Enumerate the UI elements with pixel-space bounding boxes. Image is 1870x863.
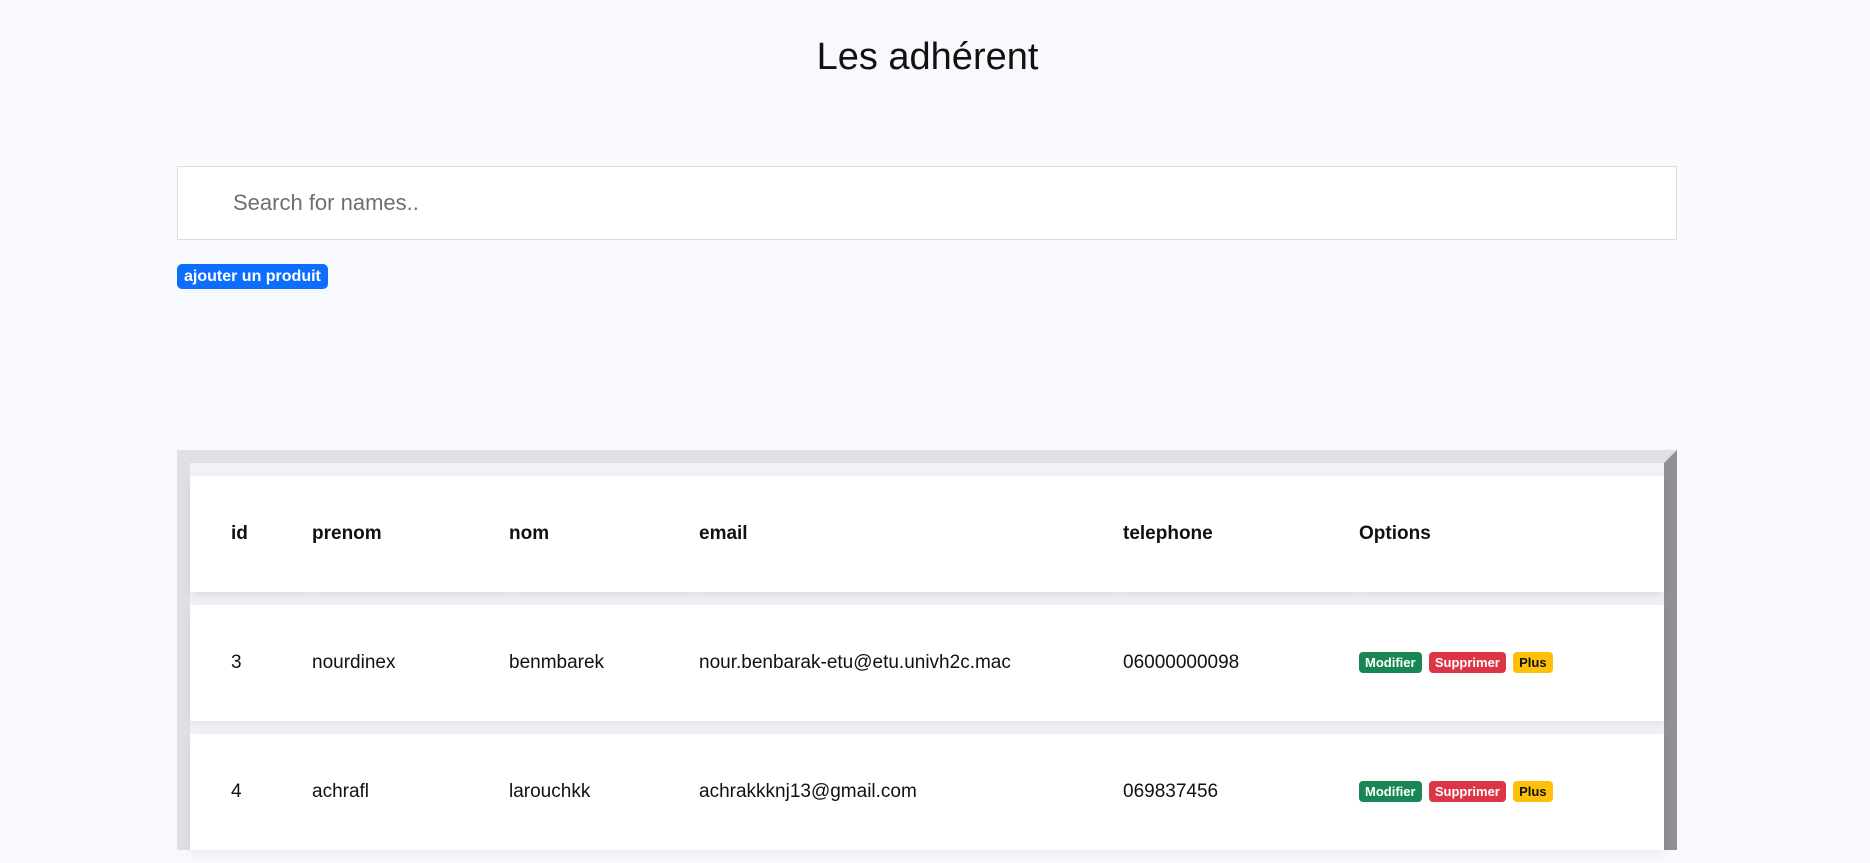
search-input[interactable] [177,166,1677,240]
supprimer-button[interactable]: Supprimer [1428,652,1506,674]
supprimer-button[interactable]: Supprimer [1428,781,1506,803]
cell-nom: benmbarek [509,605,699,721]
table-row: 4 achrafl larouchkk achrakkknj13@gmail.c… [190,734,1664,850]
plus-button[interactable]: Plus [1513,781,1553,803]
table-container: id prenom nom email telephone Options 3 … [177,450,1677,850]
cell-nom: larouchkk [509,734,699,850]
cell-options: Modifier Supprimer Plus [1359,734,1664,850]
modifier-button[interactable]: Modifier [1359,781,1422,803]
cell-options: Modifier Supprimer Plus [1359,605,1664,721]
members-table: id prenom nom email telephone Options 3 … [190,463,1664,863]
add-product-button[interactable]: ajouter un produit [177,264,328,289]
cell-prenom: nourdinex [312,605,509,721]
table-row: 3 nourdinex benmbarek nour.benbarak-etu@… [190,605,1664,721]
cell-id: 4 [190,734,312,850]
plus-button[interactable]: Plus [1513,652,1553,674]
table-inner: id prenom nom email telephone Options 3 … [190,463,1664,850]
column-header-prenom: prenom [312,476,509,592]
cell-prenom: achrafl [312,734,509,850]
cell-id: 3 [190,605,312,721]
cell-email: achrakkknj13@gmail.com [699,734,1123,850]
cell-telephone: 069837456 [1123,734,1359,850]
table-header-row: id prenom nom email telephone Options [190,476,1664,592]
cell-telephone: 06000000098 [1123,605,1359,721]
page-title: Les adhérent [816,36,1039,78]
column-header-email: email [699,476,1123,592]
column-header-nom: nom [509,476,699,592]
column-header-options: Options [1359,476,1664,592]
column-header-telephone: telephone [1123,476,1359,592]
column-header-id: id [190,476,312,592]
cell-email: nour.benbarak-etu@etu.univh2c.mac [699,605,1123,721]
modifier-button[interactable]: Modifier [1359,652,1422,674]
